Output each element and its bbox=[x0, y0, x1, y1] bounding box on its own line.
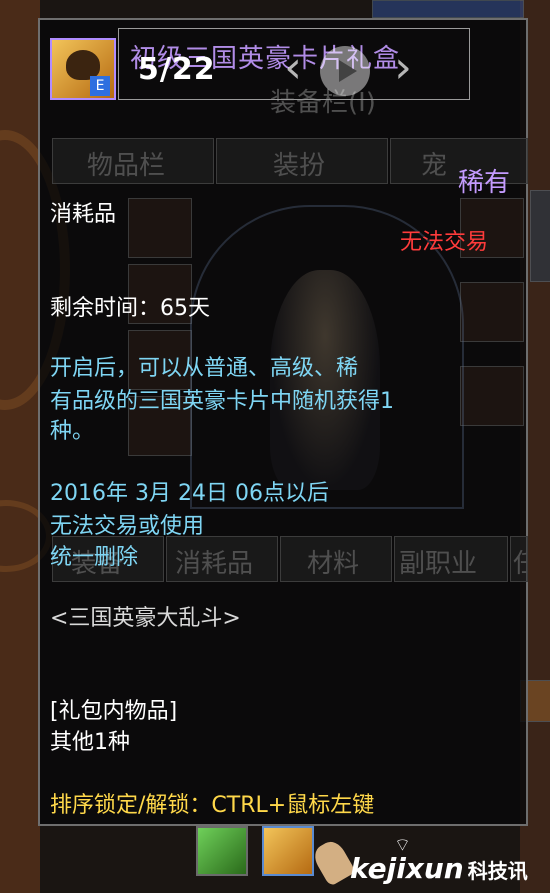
tab-items-label: 物品栏 bbox=[87, 151, 166, 181]
tab-quest[interactable]: 任 bbox=[510, 536, 528, 582]
side-slot bbox=[530, 190, 550, 282]
sort-lock-hint: 排序锁定/解锁：CTRL+鼠标左键 bbox=[50, 793, 375, 818]
description-line: 有品级的三国英豪卡片中随机获得1 bbox=[50, 389, 394, 414]
tab-subjob[interactable]: 副职业 bbox=[394, 536, 508, 582]
gift-box-badge: E bbox=[90, 76, 110, 96]
item-category: 消耗品 bbox=[50, 202, 117, 227]
description-line: 开启后，可以从普通、高级、稀 bbox=[50, 356, 359, 381]
package-contents-count: 其他1种 bbox=[50, 730, 130, 755]
next-arrow-icon[interactable]: › bbox=[388, 46, 418, 90]
tab-subjob-label: 副职业 bbox=[399, 549, 478, 579]
page-counter: 5/22 bbox=[138, 52, 216, 87]
tab-quest-label: 任 bbox=[513, 543, 527, 580]
equip-slot[interactable] bbox=[460, 282, 524, 342]
watermark-brand: kejixun bbox=[350, 852, 464, 885]
play-icon[interactable] bbox=[320, 46, 370, 96]
tab-consumables[interactable]: 消耗品 bbox=[166, 536, 278, 582]
package-contents-header: [礼包内物品] bbox=[50, 699, 178, 724]
trade-status: 无法交易 bbox=[400, 230, 489, 255]
tab-materials-label: 材料 bbox=[307, 549, 360, 579]
expiry-line: 统一删除 bbox=[50, 545, 139, 570]
tab-avatar-label: 装扮 bbox=[273, 151, 326, 181]
quickslot-gift-box[interactable] bbox=[262, 826, 314, 876]
watermark-cn: 科技讯 bbox=[467, 859, 528, 883]
equip-slot[interactable] bbox=[128, 198, 192, 258]
top-bar bbox=[372, 0, 524, 18]
tab-pet-label: 宠 bbox=[421, 151, 448, 181]
expiry-line: 2016年 3月 24日 06点以后 bbox=[50, 481, 329, 506]
event-name: <三国英豪大乱斗> bbox=[50, 606, 241, 631]
time-remaining: 剩余时间：65天 bbox=[50, 296, 210, 321]
tab-items[interactable]: 物品栏 bbox=[52, 138, 214, 184]
quickslot-green-box[interactable] bbox=[196, 826, 248, 876]
tab-materials[interactable]: 材料 bbox=[280, 536, 392, 582]
gift-box-icon: E bbox=[50, 38, 116, 100]
watermark: kejixun 科技讯 bbox=[350, 852, 528, 885]
rarity-label: 稀有 bbox=[458, 168, 511, 198]
equip-slot[interactable] bbox=[460, 366, 524, 426]
description-line: 种。 bbox=[50, 419, 95, 444]
prev-arrow-icon[interactable]: ‹ bbox=[278, 46, 308, 90]
expiry-line: 无法交易或使用 bbox=[50, 514, 205, 539]
tab-avatar[interactable]: 装扮 bbox=[216, 138, 388, 184]
tab-consumables-label: 消耗品 bbox=[175, 549, 254, 579]
